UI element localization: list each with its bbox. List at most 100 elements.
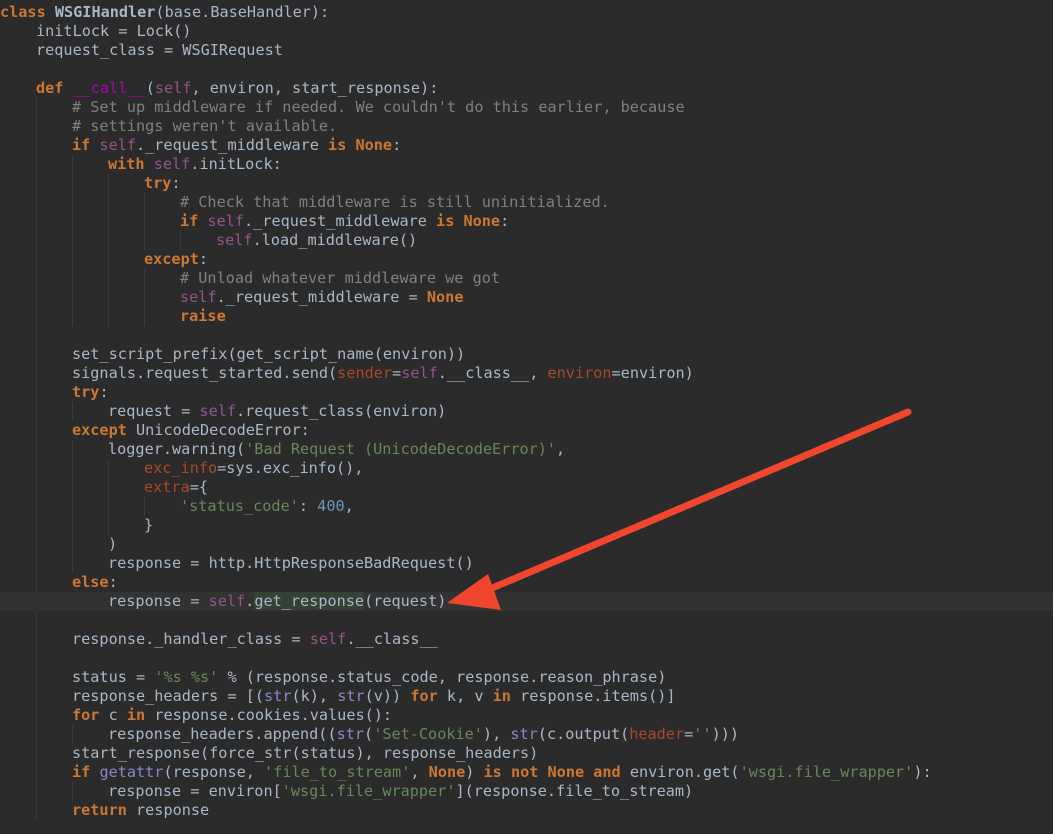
- code-editor[interactable]: class WSGIHandler(base.BaseHandler): init…: [0, 0, 1053, 834]
- code-token: (k),: [291, 687, 338, 705]
- code-line[interactable]: response_headers = [(str(k), str(v)) for…: [0, 687, 676, 706]
- code-line[interactable]: if self._request_middleware is None:: [0, 212, 509, 231]
- code-line[interactable]: start_response(force_str(status), respon…: [0, 744, 538, 763]
- code-token: ): [465, 763, 484, 781]
- code-token: response_headers.append((: [108, 725, 337, 743]
- code-line[interactable]: response._handler_class = self.__class__: [0, 630, 438, 649]
- code-token: in: [492, 687, 521, 705]
- code-token: header: [629, 725, 685, 743]
- code-line[interactable]: response = http.HttpResponseBadRequest(): [0, 554, 474, 573]
- code-token: self: [207, 212, 245, 230]
- code-line[interactable]: 'status_code': 400,: [0, 497, 354, 516]
- code-token: self: [180, 288, 217, 306]
- code-token: response = environ[: [108, 782, 282, 800]
- code-line[interactable]: if self._request_middleware is None:: [0, 136, 401, 155]
- code-token: __call__: [72, 79, 146, 97]
- code-token: 'wsgi.file_wrapper': [739, 763, 914, 781]
- code-line[interactable]: try:: [0, 383, 109, 402]
- code-line[interactable]: try:: [0, 174, 181, 193]
- code-token: environ.get(: [629, 763, 740, 781]
- code-token: 'Bad Request (UnicodeDecodeError)': [245, 440, 557, 458]
- code-line[interactable]: self.load_middleware(): [0, 231, 417, 250]
- code-token: (c.output(: [537, 725, 630, 743]
- code-token: def: [36, 79, 73, 97]
- code-token: :: [99, 383, 109, 401]
- code-token: (v)): [364, 687, 411, 705]
- code-line[interactable]: class WSGIHandler(base.BaseHandler):: [0, 3, 329, 22]
- code-token: =: [392, 364, 402, 382]
- code-token: 'status_code': [180, 497, 299, 515]
- code-token: :: [500, 212, 510, 230]
- code-token: set_script_prefix(get_script_name(enviro…: [72, 345, 466, 363]
- code-token: # Check that middleware is still uniniti…: [180, 193, 610, 211]
- code-token: self: [99, 136, 137, 154]
- code-line[interactable]: for c in response.cookies.values():: [0, 706, 392, 725]
- code-token: extra: [144, 478, 190, 496]
- code-token: if: [72, 763, 100, 781]
- code-line[interactable]: # Set up middleware if needed. We couldn…: [0, 98, 685, 117]
- code-token: str: [510, 725, 538, 743]
- code-token: % (response.status_code, response.reason…: [218, 668, 667, 686]
- code-line[interactable]: # Unload whatever middleware we got: [0, 269, 500, 288]
- code-token: is None: [328, 136, 393, 154]
- code-token: '': [693, 725, 712, 743]
- code-token: (response,: [163, 763, 265, 781]
- code-line[interactable]: with self.initLock:: [0, 155, 282, 174]
- code-line[interactable]: def __call__(self, environ, start_respon…: [0, 79, 438, 98]
- code-token: None: [426, 288, 464, 306]
- code-line[interactable]: set_script_prefix(get_script_name(enviro…: [0, 345, 465, 364]
- code-line[interactable]: raise: [0, 307, 226, 326]
- code-token: # settings weren't available.: [72, 117, 338, 135]
- code-line[interactable]: else:: [0, 573, 118, 592]
- code-token: self: [153, 155, 191, 173]
- code-token: None: [428, 763, 466, 781]
- code-line[interactable]: initLock = Lock(): [0, 22, 191, 41]
- code-token: getattr: [99, 763, 164, 781]
- code-line[interactable]: # Check that middleware is still uniniti…: [0, 193, 610, 212]
- code-token: 'wsgi.file_wrapper': [281, 782, 456, 800]
- code-token: if: [180, 212, 208, 230]
- code-line[interactable]: return response: [0, 801, 209, 820]
- code-token: .load_middleware(): [252, 231, 418, 249]
- code-line[interactable]: exc_info=sys.exc_info(),: [0, 459, 363, 478]
- code-line[interactable]: logger.warning('Bad Request (UnicodeDeco…: [0, 440, 565, 459]
- code-line[interactable]: ): [0, 535, 117, 554]
- code-token: =: [684, 725, 694, 743]
- code-token: ,: [344, 497, 354, 515]
- code-token: str: [336, 725, 365, 743]
- code-line[interactable]: except UnicodeDecodeError:: [0, 421, 310, 440]
- code-token: is None: [436, 212, 501, 230]
- code-token: (base.BaseHandler):: [155, 3, 330, 21]
- code-token: if: [72, 136, 100, 154]
- code-token: (: [364, 725, 374, 743]
- code-token: .request_class(environ): [236, 402, 447, 420]
- code-line[interactable]: status = '%s %s' % (response.status_code…: [0, 668, 666, 687]
- code-token: ):: [913, 763, 932, 781]
- code-line[interactable]: if getattr(response, 'file_to_stream', N…: [0, 763, 932, 782]
- code-line-current[interactable]: response = self.get_response(request): [0, 592, 1053, 611]
- code-token: response =: [108, 592, 209, 610]
- code-token: c: [108, 706, 127, 724]
- code-token: request =: [108, 402, 200, 420]
- code-line[interactable]: request = self.request_class(environ): [0, 402, 446, 421]
- code-line[interactable]: response = environ['wsgi.file_wrapper'](…: [0, 782, 693, 801]
- code-token: ={: [189, 478, 209, 496]
- code-token: self: [154, 79, 192, 97]
- code-token: ,: [410, 763, 429, 781]
- code-line[interactable]: request_class = WSGIRequest: [0, 41, 283, 60]
- code-line[interactable]: signals.request_started.send(sender=self…: [0, 364, 694, 383]
- code-line[interactable]: extra={: [0, 478, 208, 497]
- code-line[interactable]: except:: [0, 250, 208, 269]
- code-token: get_response: [254, 592, 365, 610]
- code-token: start_response(force_str(status), respon…: [72, 744, 539, 762]
- code-token: else: [72, 573, 109, 591]
- code-line[interactable]: self._request_middleware = None: [0, 288, 463, 307]
- code-token: is not None and: [483, 763, 630, 781]
- code-line[interactable]: }: [0, 516, 153, 535]
- code-line[interactable]: response_headers.append((str('Set-Cookie…: [0, 725, 739, 744]
- code-token: signals.request_started.send(: [72, 364, 338, 382]
- code-token: response._handler_class =: [72, 630, 310, 648]
- code-token: self: [208, 592, 246, 610]
- code-line[interactable]: # settings weren't available.: [0, 117, 337, 136]
- code-token: :: [392, 136, 402, 154]
